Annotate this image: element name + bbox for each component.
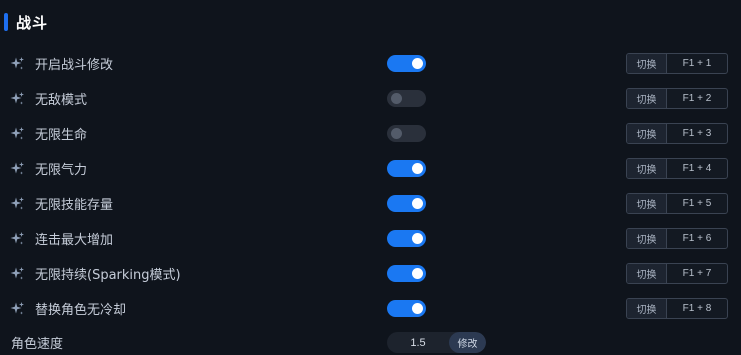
toggle-knob [391, 128, 402, 139]
option-toggle[interactable] [387, 160, 426, 177]
option-label: 无限生命 [35, 128, 88, 143]
option-row: 无限生命 切换 F1 + 3 [0, 116, 741, 151]
speed-stepper[interactable]: 1.5 修改 [387, 332, 486, 353]
option-label: 无限持续(Sparking模式) [35, 268, 181, 283]
speed-row: 角色速度 1.5 修改 [0, 325, 741, 355]
section-accent-bar [4, 13, 8, 31]
toggle-knob [412, 58, 423, 69]
hotkey-label[interactable]: F1 + 3 [667, 124, 727, 143]
option-label: 连击最大增加 [35, 233, 114, 248]
hotkey-switch-button[interactable]: 切换 [627, 159, 667, 178]
hotkey-box: 切换 F1 + 8 [626, 298, 728, 319]
cheat-panel: 战斗 开启战斗修改 切换 F1 + 1 无敌模式 切换 F1 + 2 无限生命 切换 F1 + … [0, 0, 741, 355]
hotkey-box: 切换 F1 + 3 [626, 123, 728, 144]
sparkle-icon [9, 266, 25, 282]
option-row: 无限技能存量 切换 F1 + 5 [0, 186, 741, 221]
option-toggle[interactable] [387, 300, 426, 317]
option-label: 无限气力 [35, 163, 88, 178]
speed-label: 角色速度 [11, 337, 64, 352]
option-label: 开启战斗修改 [35, 58, 114, 73]
hotkey-label[interactable]: F1 + 5 [667, 194, 727, 213]
hotkey-switch-button[interactable]: 切换 [627, 229, 667, 248]
section-title: 战斗 [16, 13, 49, 32]
toggle-knob [412, 163, 423, 174]
toggle-knob [412, 233, 423, 244]
option-row: 开启战斗修改 切换 F1 + 1 [0, 46, 741, 81]
section-header: 战斗 [0, 8, 48, 36]
hotkey-switch-button[interactable]: 切换 [627, 54, 667, 73]
hotkey-switch-button[interactable]: 切换 [627, 194, 667, 213]
modify-button[interactable]: 修改 [449, 332, 486, 353]
option-row: 连击最大增加 切换 F1 + 6 [0, 221, 741, 256]
option-toggle[interactable] [387, 90, 426, 107]
hotkey-label[interactable]: F1 + 6 [667, 229, 727, 248]
hotkey-label[interactable]: F1 + 7 [667, 264, 727, 283]
option-label: 替换角色无冷却 [35, 303, 127, 318]
option-toggle[interactable] [387, 265, 426, 282]
option-toggle[interactable] [387, 125, 426, 142]
option-toggle[interactable] [387, 55, 426, 72]
option-toggle[interactable] [387, 195, 426, 212]
toggle-knob [391, 93, 402, 104]
speed-value[interactable]: 1.5 [387, 337, 449, 349]
hotkey-label[interactable]: F1 + 2 [667, 89, 727, 108]
option-row: 无限持续(Sparking模式) 切换 F1 + 7 [0, 256, 741, 291]
sparkle-icon [9, 56, 25, 72]
sparkle-icon [9, 126, 25, 142]
option-toggle[interactable] [387, 230, 426, 247]
hotkey-box: 切换 F1 + 5 [626, 193, 728, 214]
option-label: 无敌模式 [35, 93, 88, 108]
hotkey-box: 切换 F1 + 6 [626, 228, 728, 249]
hotkey-label[interactable]: F1 + 8 [667, 299, 727, 318]
hotkey-label[interactable]: F1 + 1 [667, 54, 727, 73]
toggle-knob [412, 303, 423, 314]
hotkey-box: 切换 F1 + 7 [626, 263, 728, 284]
hotkey-box: 切换 F1 + 2 [626, 88, 728, 109]
hotkey-label[interactable]: F1 + 4 [667, 159, 727, 178]
hotkey-switch-button[interactable]: 切换 [627, 299, 667, 318]
toggle-knob [412, 268, 423, 279]
sparkle-icon [9, 161, 25, 177]
hotkey-switch-button[interactable]: 切换 [627, 264, 667, 283]
option-label: 无限技能存量 [35, 198, 114, 213]
hotkey-switch-button[interactable]: 切换 [627, 124, 667, 143]
hotkey-switch-button[interactable]: 切换 [627, 89, 667, 108]
sparkle-icon [9, 301, 25, 317]
option-row: 替换角色无冷却 切换 F1 + 8 [0, 291, 741, 326]
sparkle-icon [9, 91, 25, 107]
option-row: 无限气力 切换 F1 + 4 [0, 151, 741, 186]
hotkey-box: 切换 F1 + 4 [626, 158, 728, 179]
toggle-knob [412, 198, 423, 209]
option-row: 无敌模式 切换 F1 + 2 [0, 81, 741, 116]
hotkey-box: 切换 F1 + 1 [626, 53, 728, 74]
sparkle-icon [9, 196, 25, 212]
sparkle-icon [9, 231, 25, 247]
